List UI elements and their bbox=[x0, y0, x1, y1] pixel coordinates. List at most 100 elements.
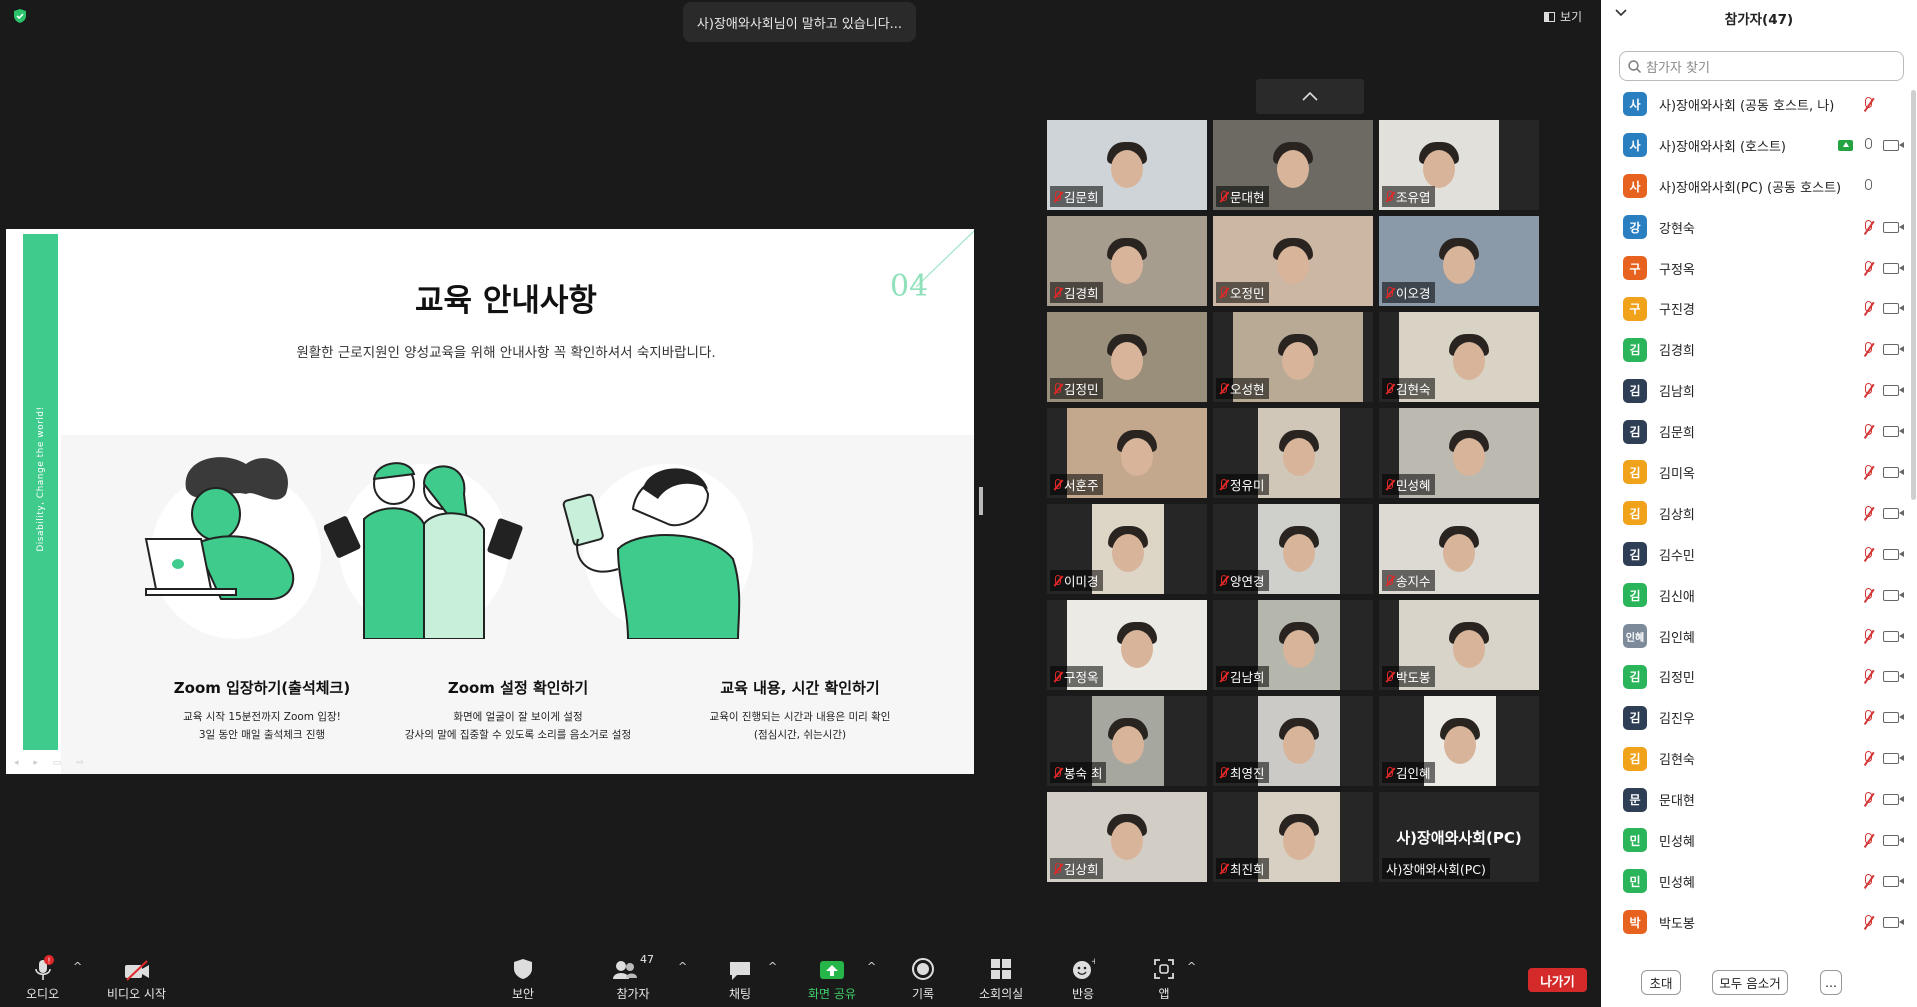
video-tile[interactable]: 문대현 bbox=[1213, 120, 1373, 210]
gallery-scroll-up-button[interactable] bbox=[1256, 79, 1364, 114]
video-tile-name: 양연경 bbox=[1216, 570, 1269, 591]
participant-row[interactable]: 구 구진경 bbox=[1601, 288, 1907, 329]
participant-row[interactable]: 김 김진우 bbox=[1601, 697, 1907, 738]
video-tile[interactable]: 오성현 bbox=[1213, 312, 1373, 402]
participant-row[interactable]: 사 사)장애와사회 (호스트) bbox=[1601, 125, 1907, 166]
participant-row[interactable]: 김 김미옥 bbox=[1601, 452, 1907, 493]
video-tile-label: 문대현 bbox=[1230, 190, 1265, 205]
invite-button[interactable]: 초대 bbox=[1641, 970, 1681, 995]
participants-options-caret[interactable]: ^ bbox=[678, 960, 687, 973]
video-tile[interactable]: 이미경 bbox=[1047, 504, 1207, 594]
share-screen-button[interactable]: 화면 공유 bbox=[808, 953, 856, 1002]
participant-row[interactable]: 민 민성혜 bbox=[1601, 820, 1907, 861]
more-options-button[interactable]: ... bbox=[1820, 970, 1842, 995]
person-face bbox=[1443, 246, 1475, 284]
participant-row[interactable]: 민 민성혜 bbox=[1601, 861, 1907, 902]
chat-button[interactable]: 채팅 bbox=[728, 953, 752, 1002]
breakout-rooms-button[interactable]: 소회의실 bbox=[979, 953, 1023, 1002]
security-shield-icon[interactable] bbox=[12, 8, 28, 24]
participant-status-icons bbox=[1861, 383, 1904, 398]
person-face bbox=[1277, 150, 1309, 188]
video-tile-name: 오정민 bbox=[1216, 282, 1269, 303]
mute-all-button[interactable]: 모두 음소거 bbox=[1712, 970, 1788, 995]
video-tile[interactable]: 최영진 bbox=[1213, 696, 1373, 786]
chat-options-caret[interactable]: ^ bbox=[768, 960, 777, 973]
participant-row[interactable]: 사 사)장애와사회 (공동 호스트, 나) bbox=[1601, 84, 1907, 125]
audio-options-caret[interactable]: ^ bbox=[73, 960, 82, 973]
avatar: 김 bbox=[1623, 460, 1647, 485]
leave-meeting-button[interactable]: 나가기 bbox=[1528, 968, 1587, 992]
video-tile-pc[interactable]: 사)장애와사회(PC) 사)장애와사회(PC) bbox=[1379, 792, 1539, 882]
video-tile[interactable]: 봉숙 최 bbox=[1047, 696, 1207, 786]
collapse-chevron-icon[interactable] bbox=[1615, 9, 1627, 17]
participant-row[interactable]: 김 김문희 bbox=[1601, 411, 1907, 452]
slide-nav-controls[interactable]: ◂ ▸ ▭ ⇨ bbox=[14, 758, 90, 768]
participant-row[interactable]: 구 구정옥 bbox=[1601, 248, 1907, 289]
video-tile[interactable]: 민성혜 bbox=[1379, 408, 1539, 498]
share-options-caret[interactable]: ^ bbox=[867, 960, 876, 973]
person-face bbox=[1277, 246, 1309, 284]
security-button[interactable]: 보안 bbox=[512, 953, 534, 1002]
video-tile[interactable]: 오정민 bbox=[1213, 216, 1373, 306]
participant-row[interactable]: 김 김수민 bbox=[1601, 534, 1907, 575]
muted-mic-icon bbox=[1384, 766, 1394, 779]
person-face bbox=[1111, 150, 1143, 188]
video-tile[interactable]: 김상희 bbox=[1047, 792, 1207, 882]
participant-row[interactable]: 김 김현숙 bbox=[1601, 738, 1907, 779]
slide-item-2-line2: 강사의 말에 집중할 수 있도록 소리를 음소거로 설정 bbox=[404, 729, 632, 741]
participant-row[interactable]: 김 김경희 bbox=[1601, 329, 1907, 370]
apps-options-caret[interactable]: ^ bbox=[1187, 960, 1196, 973]
video-tile[interactable]: 양연경 bbox=[1213, 504, 1373, 594]
participant-row[interactable]: 박 박도봉 bbox=[1601, 902, 1907, 943]
avatar: 김 bbox=[1623, 664, 1647, 689]
video-tile[interactable]: 김남희 bbox=[1213, 600, 1373, 690]
audio-warning-badge: ! bbox=[47, 957, 50, 966]
avatar: 김 bbox=[1623, 542, 1647, 567]
participant-row[interactable]: 김 김남희 bbox=[1601, 370, 1907, 411]
reactions-button[interactable]: + 반응 bbox=[1071, 953, 1095, 1002]
video-tile-name: 봉숙 최 bbox=[1050, 762, 1107, 783]
video-tile[interactable]: 김현숙 bbox=[1379, 312, 1539, 402]
participant-name: 김경희 bbox=[1659, 344, 1695, 360]
apps-label: 앱 bbox=[1158, 987, 1170, 1001]
video-tile[interactable]: 정유미 bbox=[1213, 408, 1373, 498]
view-splitter-handle[interactable] bbox=[979, 487, 983, 515]
start-video-button[interactable]: 비디오 시작 bbox=[107, 953, 166, 1002]
share-screen-icon bbox=[819, 961, 844, 979]
video-tile[interactable]: 김문희 bbox=[1047, 120, 1207, 210]
participant-status-icons bbox=[1861, 751, 1904, 766]
participant-row[interactable]: 강 강현숙 bbox=[1601, 207, 1907, 248]
participant-row[interactable]: 인혜 김인혜 bbox=[1601, 616, 1907, 657]
view-button[interactable]: 보기 bbox=[1544, 8, 1582, 25]
video-tile-label: 서훈주 bbox=[1064, 478, 1099, 493]
video-tile[interactable]: 최진희 bbox=[1213, 792, 1373, 882]
video-tile[interactable]: 서훈주 bbox=[1047, 408, 1207, 498]
participant-row[interactable]: 김 김신애 bbox=[1601, 575, 1907, 616]
apps-icon bbox=[1154, 959, 1174, 979]
muted-mic-icon bbox=[1384, 478, 1394, 491]
audio-button[interactable]: ! 오디오 bbox=[26, 953, 59, 1002]
video-tile[interactable]: 김정민 bbox=[1047, 312, 1207, 402]
video-tile[interactable]: 박도봉 bbox=[1379, 600, 1539, 690]
person-face bbox=[1111, 342, 1143, 380]
meeting-toolbar: ! 오디오 ^ 비디오 시작 보안 47 참가자 ^ 채팅 ^ 화면 공유 ^ … bbox=[0, 950, 1601, 1007]
camera-icon bbox=[1883, 221, 1904, 233]
video-tile[interactable]: 이오경 bbox=[1379, 216, 1539, 306]
participants-scrollbar[interactable] bbox=[1911, 90, 1916, 500]
video-tile[interactable]: 송지수 bbox=[1379, 504, 1539, 594]
record-button[interactable]: 기록 bbox=[911, 953, 935, 1002]
muted-mic-icon bbox=[1861, 505, 1875, 521]
participant-row[interactable]: 김 김정민 bbox=[1601, 656, 1907, 697]
video-tile[interactable]: 김인혜 bbox=[1379, 696, 1539, 786]
slide-title: 교육 안내사항 bbox=[415, 283, 597, 319]
participant-search-input[interactable]: 참가자 찾기 bbox=[1619, 51, 1904, 81]
participant-row[interactable]: 김 김상희 bbox=[1601, 493, 1907, 534]
participant-row[interactable]: 문 문대현 bbox=[1601, 779, 1907, 820]
slide-item-2-line1: 화면에 얼굴이 잘 보이게 설정 bbox=[453, 711, 583, 723]
apps-button[interactable]: 앱 bbox=[1152, 953, 1176, 1002]
participant-row[interactable]: 사 사)장애와사회(PC) (공동 호스트) bbox=[1601, 166, 1907, 207]
video-tile[interactable]: 김경희 bbox=[1047, 216, 1207, 306]
video-tile[interactable]: 구정옥 bbox=[1047, 600, 1207, 690]
video-tile[interactable]: 조유엽 bbox=[1379, 120, 1539, 210]
participants-button[interactable]: 47 참가자 bbox=[612, 953, 654, 1002]
